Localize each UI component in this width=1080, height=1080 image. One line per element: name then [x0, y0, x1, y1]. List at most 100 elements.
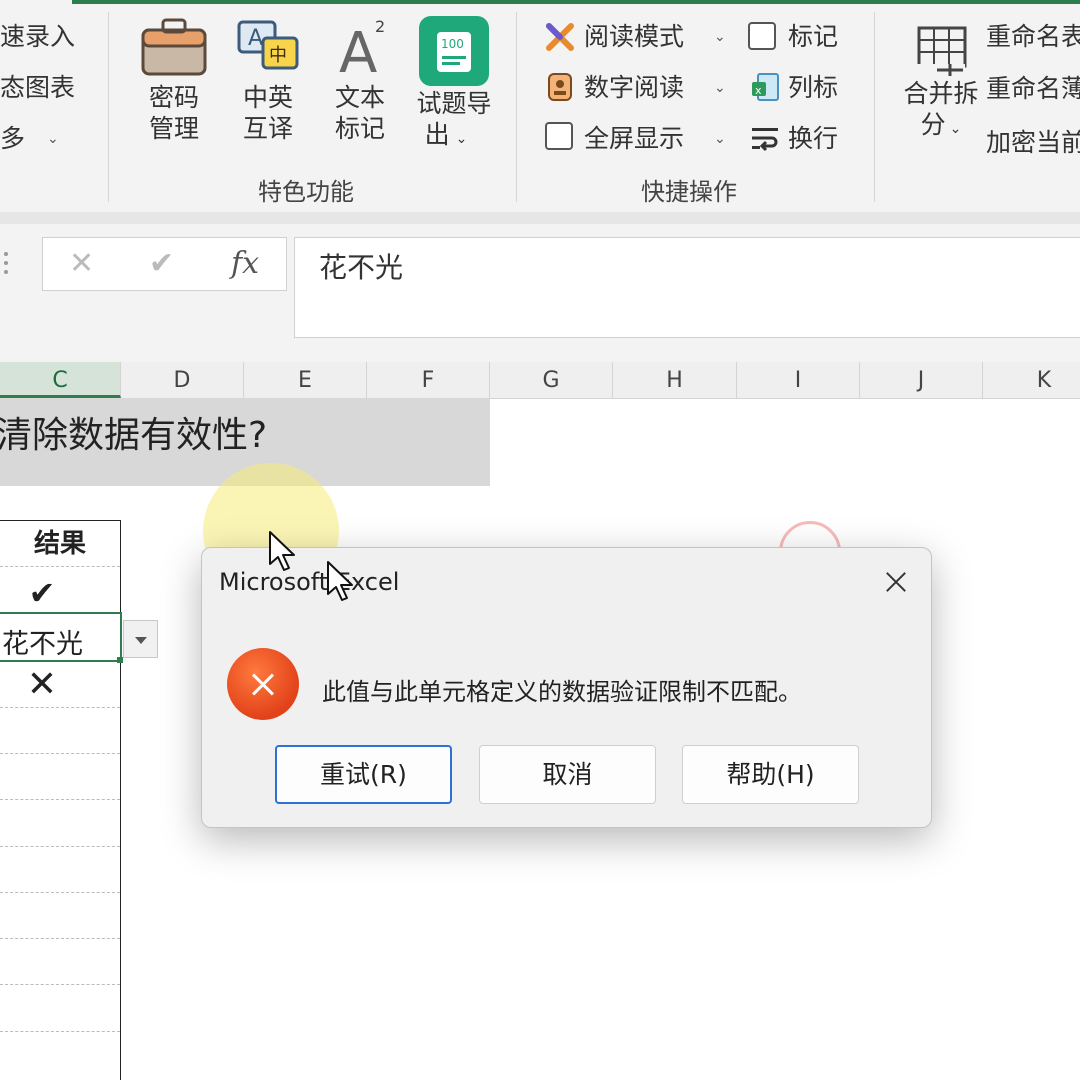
active-cell[interactable]: 花不光 — [0, 612, 122, 662]
column-header-g[interactable]: G — [490, 362, 613, 398]
reading-mode-chevron-down-icon[interactable]: ⌄ — [714, 30, 726, 44]
list-mark-icon: x — [752, 73, 779, 101]
question-export-button[interactable]: 100 试题导 出 ⌄ — [412, 14, 496, 155]
ribbon-divider — [0, 212, 1080, 224]
row-divider — [0, 938, 120, 939]
mark-label[interactable]: 标记 — [788, 24, 838, 49]
group-separator — [108, 12, 109, 202]
sheet-title: 清除数据有效性? — [0, 415, 268, 456]
mouse-pointer-icon — [327, 561, 353, 601]
cancel-button[interactable]: 取消 — [479, 745, 656, 804]
row-divider — [0, 892, 120, 893]
export-chevron-down-icon[interactable]: ⌄ — [456, 131, 468, 147]
translate-icon: A 中 — [237, 20, 299, 70]
more-button[interactable]: 多 — [0, 126, 25, 151]
active-cell-value: 花不光 — [2, 629, 83, 660]
exam-export-icon: 100 — [419, 16, 489, 86]
column-header-i[interactable]: I — [737, 362, 860, 398]
mark-checkbox[interactable] — [748, 22, 776, 50]
ribbon: 速录入 态图表 多 ⌄ 密码 管理 A 中 中英 互译 A 2 文本 标记 10… — [0, 0, 1080, 212]
result-cell-cross[interactable]: ✕ — [0, 667, 84, 703]
row-divider — [0, 846, 120, 847]
export-badge-glyph: 100 — [441, 37, 464, 51]
export-label-1: 试题导 — [416, 89, 492, 118]
column-header-c[interactable]: C — [0, 362, 121, 398]
svg-text:x: x — [755, 84, 762, 97]
translate-zh-glyph: 中 — [269, 45, 287, 66]
cancel-entry-icon[interactable]: ✕ — [69, 246, 94, 281]
close-icon[interactable] — [876, 562, 916, 602]
group-separator — [874, 12, 875, 202]
text-mark-label-1: 文本 — [334, 83, 385, 112]
column-header-row: C D E F G H I J K — [0, 362, 1080, 399]
column-header-h[interactable]: H — [613, 362, 737, 398]
list-mark-button[interactable]: 列标 — [788, 75, 838, 100]
help-button[interactable]: 帮助(H) — [682, 745, 859, 804]
wrap-text-icon — [752, 128, 778, 152]
full-screen-chevron-down-icon[interactable]: ⌄ — [714, 132, 726, 146]
ribbon-accent-bar — [72, 0, 1080, 4]
formula-controls: ✕ ✔ fx — [42, 237, 287, 291]
full-screen-checkbox[interactable] — [545, 122, 573, 150]
row-divider — [0, 984, 120, 985]
merge-split-label-2: 分 ⌄ — [896, 109, 986, 145]
row-divider — [0, 799, 120, 800]
group-separator — [516, 12, 517, 202]
validation-dropdown-button[interactable] — [123, 620, 158, 658]
confirm-entry-icon[interactable]: ✔ — [149, 246, 174, 281]
text-mark-button[interactable]: A 2 文本 标记 — [321, 14, 399, 144]
password-label-1: 密码 — [148, 83, 199, 112]
feature-group-label: 特色功能 — [258, 178, 354, 206]
merge-table-icon — [913, 26, 967, 76]
translate-a-glyph: A — [248, 26, 263, 51]
digit-reading-icon — [548, 73, 572, 101]
mouse-pointer-icon — [269, 531, 295, 571]
full-screen-label[interactable]: 全屏显示 — [584, 126, 684, 151]
merge-split-label-2-text: 分 — [920, 110, 946, 139]
translate-button[interactable]: A 中 中英 互译 — [229, 14, 307, 144]
result-cell-check[interactable]: ✔ — [0, 577, 84, 609]
password-management-button[interactable]: 密码 管理 — [135, 14, 213, 144]
translate-label-2: 互译 — [242, 114, 293, 143]
briefcase-icon — [141, 18, 207, 76]
translate-label-1: 中英 — [242, 83, 293, 112]
reading-mode-icon — [546, 23, 574, 51]
error-dialog: Microsoft Excel 此值与此单元格定义的数据验证限制不匹配。 重试(… — [201, 547, 932, 828]
reading-mode-button[interactable]: 阅读模式 — [584, 24, 684, 49]
dialog-message: 此值与此单元格定义的数据验证限制不匹配。 — [322, 678, 802, 706]
encrypt-current-button[interactable]: 加密当前 — [986, 130, 1080, 155]
column-header-k[interactable]: K — [983, 362, 1080, 398]
column-header-d[interactable]: D — [121, 362, 244, 398]
dynamic-chart-button[interactable]: 态图表 — [0, 75, 75, 100]
rename-book-button[interactable]: 重命名薄 — [986, 76, 1080, 101]
row-divider — [0, 566, 120, 567]
merge-split-label-1: 合并拆 — [903, 79, 979, 108]
text-mark-superscript: 2 — [375, 17, 385, 36]
retry-button[interactable]: 重试(R) — [275, 745, 452, 804]
dialog-title: Microsoft Excel — [219, 568, 400, 596]
formula-input[interactable]: 花不光 — [294, 237, 1080, 338]
error-icon — [227, 648, 299, 720]
column-header-f[interactable]: F — [367, 362, 490, 398]
insert-function-icon[interactable]: fx — [231, 246, 259, 281]
row-divider — [0, 707, 120, 708]
digit-reading-chevron-down-icon[interactable]: ⌄ — [714, 81, 726, 95]
column-header-j[interactable]: J — [860, 362, 983, 398]
column-header-e[interactable]: E — [244, 362, 367, 398]
wrap-button[interactable]: 换行 — [788, 126, 838, 151]
text-mark-glyph: A — [339, 21, 377, 78]
row-divider — [0, 753, 120, 754]
drag-grip-icon[interactable] — [4, 252, 10, 278]
password-label-2: 管理 — [148, 114, 199, 143]
merge-split-chevron-down-icon[interactable]: ⌄ — [950, 121, 962, 137]
result-header-cell[interactable]: 结果 — [0, 520, 120, 566]
export-label-2-text: 出 — [424, 120, 450, 149]
merge-split-button[interactable]: 合并拆 分 ⌄ — [896, 24, 986, 145]
row-divider — [0, 1031, 120, 1032]
export-label-2: 出 ⌄ — [404, 119, 488, 155]
quick-entry-button[interactable]: 速录入 — [0, 24, 75, 49]
digit-reading-button[interactable]: 数字阅读 — [584, 75, 684, 100]
quick-group-label: 快捷操作 — [641, 178, 737, 206]
more-chevron-down-icon[interactable]: ⌄ — [47, 132, 59, 146]
rename-sheet-button[interactable]: 重命名表 — [986, 24, 1080, 49]
